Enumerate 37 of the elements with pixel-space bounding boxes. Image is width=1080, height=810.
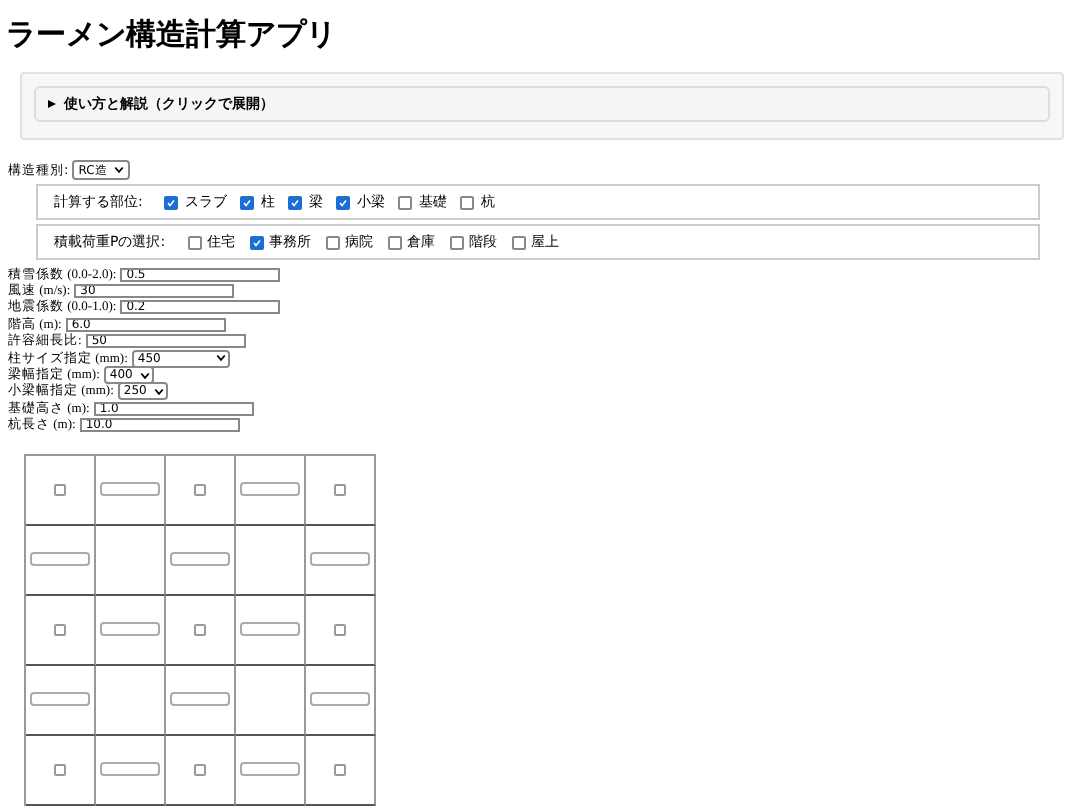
checkbox[interactable]: [240, 195, 255, 209]
input-field[interactable]: [100, 622, 160, 637]
input-field[interactable]: [240, 622, 300, 637]
checkbox[interactable]: [325, 235, 340, 249]
input-field[interactable]: [310, 552, 370, 567]
input-field[interactable]: [240, 482, 300, 497]
checkbox[interactable]: [164, 195, 179, 209]
checkbox[interactable]: [54, 623, 66, 636]
checkbox[interactable]: [334, 483, 346, 496]
checkbox[interactable]: [194, 483, 206, 496]
checkbox[interactable]: [54, 483, 66, 496]
checkbox[interactable]: [334, 763, 346, 776]
input-field[interactable]: [30, 552, 90, 567]
checkbox[interactable]: [398, 195, 413, 209]
checkbox[interactable]: [194, 623, 206, 636]
input-field[interactable]: [170, 552, 230, 567]
checkbox[interactable]: [249, 235, 264, 249]
checkbox[interactable]: [336, 195, 351, 209]
input-field[interactable]: [30, 692, 90, 707]
disclosure-triangle-icon: [48, 100, 56, 108]
chevron-down-icon: [215, 354, 226, 363]
checkbox[interactable]: [511, 235, 526, 249]
chevron-down-icon: [114, 166, 125, 174]
checkbox[interactable]: [187, 235, 202, 249]
page-title: ラーメン構造計算アプリ: [6, 16, 338, 54]
checkbox[interactable]: [334, 623, 346, 636]
checkbox[interactable]: [194, 763, 206, 776]
checkbox[interactable]: [54, 763, 66, 776]
input-field[interactable]: [100, 482, 160, 497]
checkbox[interactable]: [288, 195, 303, 209]
input-field[interactable]: [310, 692, 370, 707]
checkbox[interactable]: [449, 235, 464, 249]
checkbox[interactable]: [460, 195, 475, 209]
input-field[interactable]: [170, 692, 230, 707]
input-field[interactable]: [100, 762, 160, 777]
checkbox[interactable]: [387, 235, 402, 249]
input-field[interactable]: [240, 762, 300, 777]
